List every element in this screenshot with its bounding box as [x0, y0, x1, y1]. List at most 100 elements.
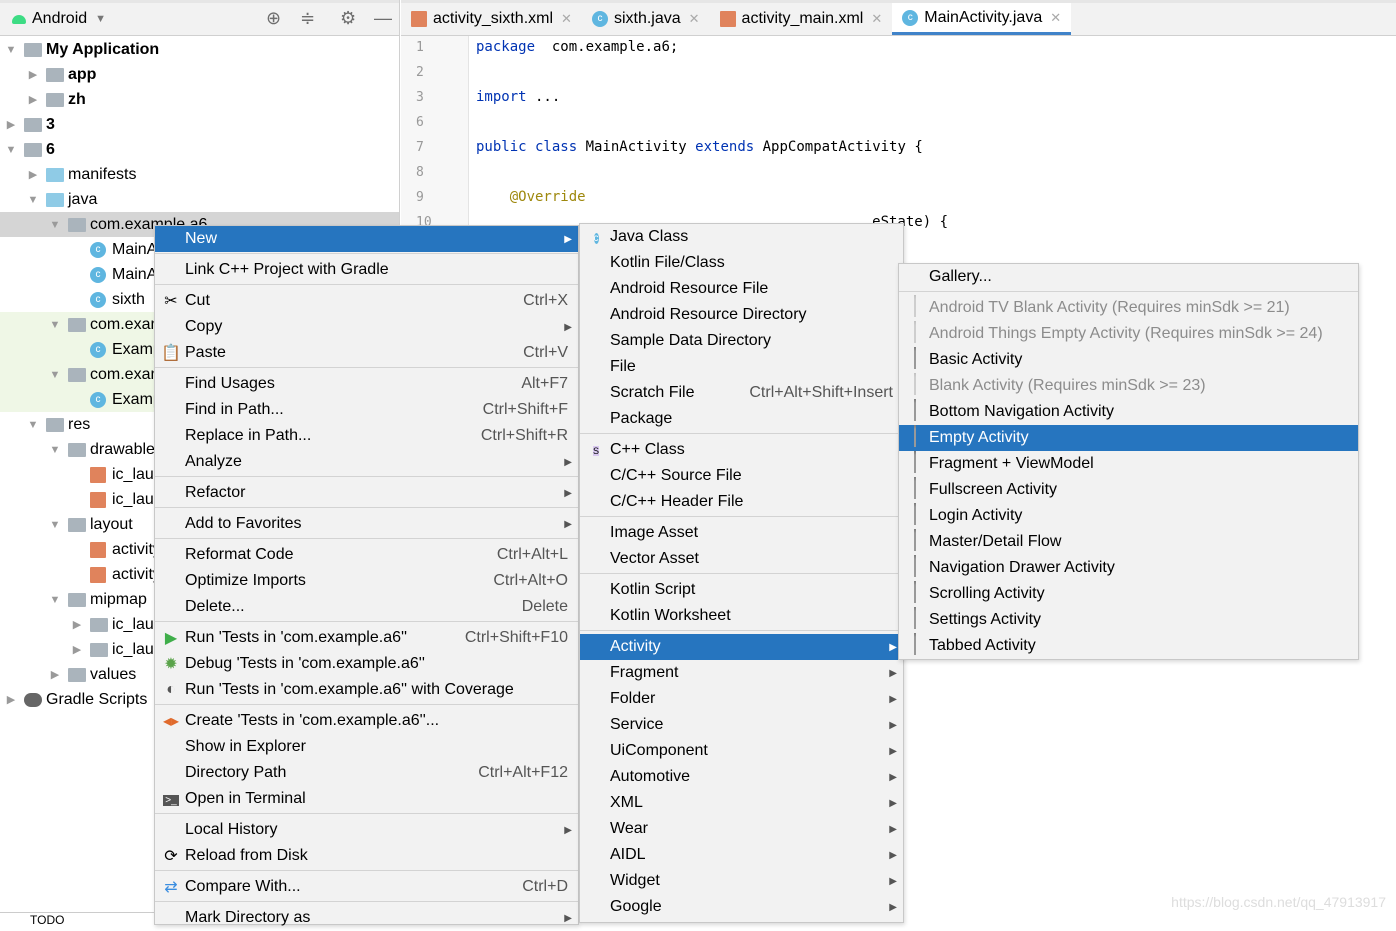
- menu-item-android-resource-directory[interactable]: Android Resource Directory: [580, 302, 903, 328]
- menu-item-widget[interactable]: Widget ▶: [580, 868, 903, 894]
- expanded-arrow-icon[interactable]: ▼: [48, 444, 62, 456]
- menu-item-compare-with[interactable]: ⇄ Compare With... Ctrl+D: [155, 874, 578, 900]
- menu-item-copy[interactable]: Copy ▶: [155, 314, 578, 340]
- menu-item-delete[interactable]: Delete... Delete: [155, 594, 578, 620]
- project-view-selector[interactable]: Android: [32, 10, 87, 28]
- tree-item-3[interactable]: ▶ 3: [0, 112, 399, 137]
- tab-sixth-java[interactable]: c sixth.java ✕: [582, 3, 710, 35]
- close-icon[interactable]: ✕: [561, 11, 572, 27]
- menu-item-mark-directory-as[interactable]: Mark Directory as ▶: [155, 905, 578, 931]
- menu-item-blank-activity-requires-minsdk-23[interactable]: Blank Activity (Requires minSdk >= 23): [899, 373, 1358, 399]
- menu-item-c-c-header-file[interactable]: C/C++ Header File: [580, 489, 903, 515]
- menu-item-automotive[interactable]: Automotive ▶: [580, 764, 903, 790]
- menu-item-tabbed-activity[interactable]: Tabbed Activity: [899, 633, 1358, 659]
- tree-item-6[interactable]: ▼ 6: [0, 137, 399, 162]
- menu-item-link-c-project-with-gradle[interactable]: Link C++ Project with Gradle: [155, 257, 578, 283]
- close-icon[interactable]: ✕: [689, 11, 700, 27]
- menu-item-basic-activity[interactable]: Basic Activity: [899, 347, 1358, 373]
- menu-item-settings-activity[interactable]: Settings Activity: [899, 607, 1358, 633]
- menu-item-google[interactable]: Google ▶: [580, 894, 903, 920]
- menu-item-android-tv-blank-activity-requires-minsdk-21[interactable]: Android TV Blank Activity (Requires minS…: [899, 295, 1358, 321]
- collapsed-arrow-icon[interactable]: ▶: [48, 668, 62, 681]
- menu-item-fragment[interactable]: Fragment ▶: [580, 660, 903, 686]
- menu-item-add-to-favorites[interactable]: Add to Favorites ▶: [155, 511, 578, 537]
- menu-item-open-in-terminal[interactable]: >_ Open in Terminal: [155, 786, 578, 812]
- menu-item-empty-activity[interactable]: Empty Activity: [899, 425, 1358, 451]
- tree-item-my-application[interactable]: ▼ My Application: [0, 37, 399, 62]
- menu-item-android-things-empty-activity-requires-minsdk-24[interactable]: Android Things Empty Activity (Requires …: [899, 321, 1358, 347]
- menu-item-aidl[interactable]: AIDL ▶: [580, 842, 903, 868]
- collapsed-arrow-icon[interactable]: ▶: [70, 643, 84, 656]
- menu-item-navigation-drawer-activity[interactable]: Navigation Drawer Activity: [899, 555, 1358, 581]
- menu-item-activity[interactable]: Activity ▶: [580, 634, 903, 660]
- collapse-all-icon[interactable]: ≑: [300, 8, 315, 29]
- menu-item-c-c-source-file[interactable]: C/C++ Source File: [580, 463, 903, 489]
- menu-item-package[interactable]: Package: [580, 406, 903, 432]
- expanded-arrow-icon[interactable]: ▼: [4, 144, 18, 156]
- menu-item-wear[interactable]: Wear ▶: [580, 816, 903, 842]
- tree-item-manifests[interactable]: ▶ manifests: [0, 162, 399, 187]
- collapsed-arrow-icon[interactable]: ▶: [26, 68, 40, 81]
- menu-item-vector-asset[interactable]: Vector Asset: [580, 546, 903, 572]
- menu-item-find-usages[interactable]: Find Usages Alt+F7: [155, 371, 578, 397]
- menu-item-gallery[interactable]: Gallery...: [899, 264, 1358, 290]
- menu-item-show-in-explorer[interactable]: Show in Explorer: [155, 734, 578, 760]
- collapsed-arrow-icon[interactable]: ▶: [70, 618, 84, 631]
- menu-item-scrolling-activity[interactable]: Scrolling Activity: [899, 581, 1358, 607]
- menu-item-directory-path[interactable]: Directory Path Ctrl+Alt+F12: [155, 760, 578, 786]
- close-icon[interactable]: ✕: [871, 11, 882, 27]
- menu-item-local-history[interactable]: Local History ▶: [155, 817, 578, 843]
- expanded-arrow-icon[interactable]: ▼: [48, 594, 62, 606]
- menu-item-analyze[interactable]: Analyze ▶: [155, 449, 578, 475]
- expanded-arrow-icon[interactable]: ▼: [4, 44, 18, 56]
- tree-item-app[interactable]: ▶ app: [0, 62, 399, 87]
- tab-mainactivity-java[interactable]: c MainActivity.java ✕: [892, 3, 1072, 35]
- close-icon[interactable]: ✕: [1050, 10, 1061, 26]
- expanded-arrow-icon[interactable]: ▼: [48, 219, 62, 231]
- menu-item-fullscreen-activity[interactable]: Fullscreen Activity: [899, 477, 1358, 503]
- chevron-down-icon[interactable]: ▼: [95, 13, 106, 25]
- menu-item-reload-from-disk[interactable]: ⟳ Reload from Disk: [155, 843, 578, 869]
- menu-item-fragment-viewmodel[interactable]: Fragment + ViewModel: [899, 451, 1358, 477]
- menu-item-kotlin-file-class[interactable]: Kotlin File/Class: [580, 250, 903, 276]
- menu-item-reformat-code[interactable]: Reformat Code Ctrl+Alt+L: [155, 542, 578, 568]
- menu-item-new[interactable]: New ▶: [155, 226, 578, 252]
- tab-activity-main-xml[interactable]: activity_main.xml ✕: [710, 3, 893, 35]
- expanded-arrow-icon[interactable]: ▼: [26, 194, 40, 206]
- menu-item-scratch-file[interactable]: Scratch File Ctrl+Alt+Shift+Insert: [580, 380, 903, 406]
- expanded-arrow-icon[interactable]: ▼: [48, 519, 62, 531]
- menu-item-service[interactable]: Service ▶: [580, 712, 903, 738]
- menu-item-folder[interactable]: Folder ▶: [580, 686, 903, 712]
- minimize-icon[interactable]: —: [374, 8, 392, 29]
- collapsed-arrow-icon[interactable]: ▶: [4, 693, 18, 706]
- menu-item-image-asset[interactable]: Image Asset: [580, 520, 903, 546]
- menu-item-run-tests-in-com-example-a6[interactable]: ▶ Run 'Tests in 'com.example.a6'' Ctrl+Shi…: [155, 625, 578, 651]
- menu-item-create-tests-in-com-example-a6[interactable]: ◂▸ Create 'Tests in 'com.example.a6''...: [155, 708, 578, 734]
- menu-item-java-class[interactable]: c Java Class: [580, 224, 903, 250]
- menu-item-run-tests-in-com-example-a6-with-coverage[interactable]: ◐ Run 'Tests in 'com.example.a6'' with Co…: [155, 677, 578, 703]
- tree-item-zh[interactable]: ▶ zh: [0, 87, 399, 112]
- menu-item-uicomponent[interactable]: UiComponent ▶: [580, 738, 903, 764]
- menu-item-android-resource-file[interactable]: Android Resource File: [580, 276, 903, 302]
- menu-item-c-class[interactable]: S C++ Class: [580, 437, 903, 463]
- menu-item-find-in-path[interactable]: Find in Path... Ctrl+Shift+F: [155, 397, 578, 423]
- expanded-arrow-icon[interactable]: ▼: [48, 369, 62, 381]
- menu-item-bottom-navigation-activity[interactable]: Bottom Navigation Activity: [899, 399, 1358, 425]
- menu-item-paste[interactable]: 📋 Paste Ctrl+V: [155, 340, 578, 366]
- menu-item-kotlin-worksheet[interactable]: Kotlin Worksheet: [580, 603, 903, 629]
- menu-item-cut[interactable]: ✂ Cut Ctrl+X: [155, 288, 578, 314]
- expanded-arrow-icon[interactable]: ▼: [48, 319, 62, 331]
- menu-item-file[interactable]: File: [580, 354, 903, 380]
- menu-item-sample-data-directory[interactable]: Sample Data Directory: [580, 328, 903, 354]
- expanded-arrow-icon[interactable]: ▼: [26, 419, 40, 431]
- menu-item-xml[interactable]: XML ▶: [580, 790, 903, 816]
- collapsed-arrow-icon[interactable]: ▶: [4, 118, 18, 131]
- menu-item-refactor[interactable]: Refactor ▶: [155, 480, 578, 506]
- gear-icon[interactable]: ⚙: [340, 8, 356, 29]
- menu-item-debug-tests-in-com-example-a6[interactable]: ✹ Debug 'Tests in 'com.example.a6'': [155, 651, 578, 677]
- menu-item-login-activity[interactable]: Login Activity: [899, 503, 1358, 529]
- tab-activity-sixth-xml[interactable]: activity_sixth.xml ✕: [401, 3, 582, 35]
- locate-icon[interactable]: ⊕: [266, 8, 281, 29]
- collapsed-arrow-icon[interactable]: ▶: [26, 93, 40, 106]
- menu-item-optimize-imports[interactable]: Optimize Imports Ctrl+Alt+O: [155, 568, 578, 594]
